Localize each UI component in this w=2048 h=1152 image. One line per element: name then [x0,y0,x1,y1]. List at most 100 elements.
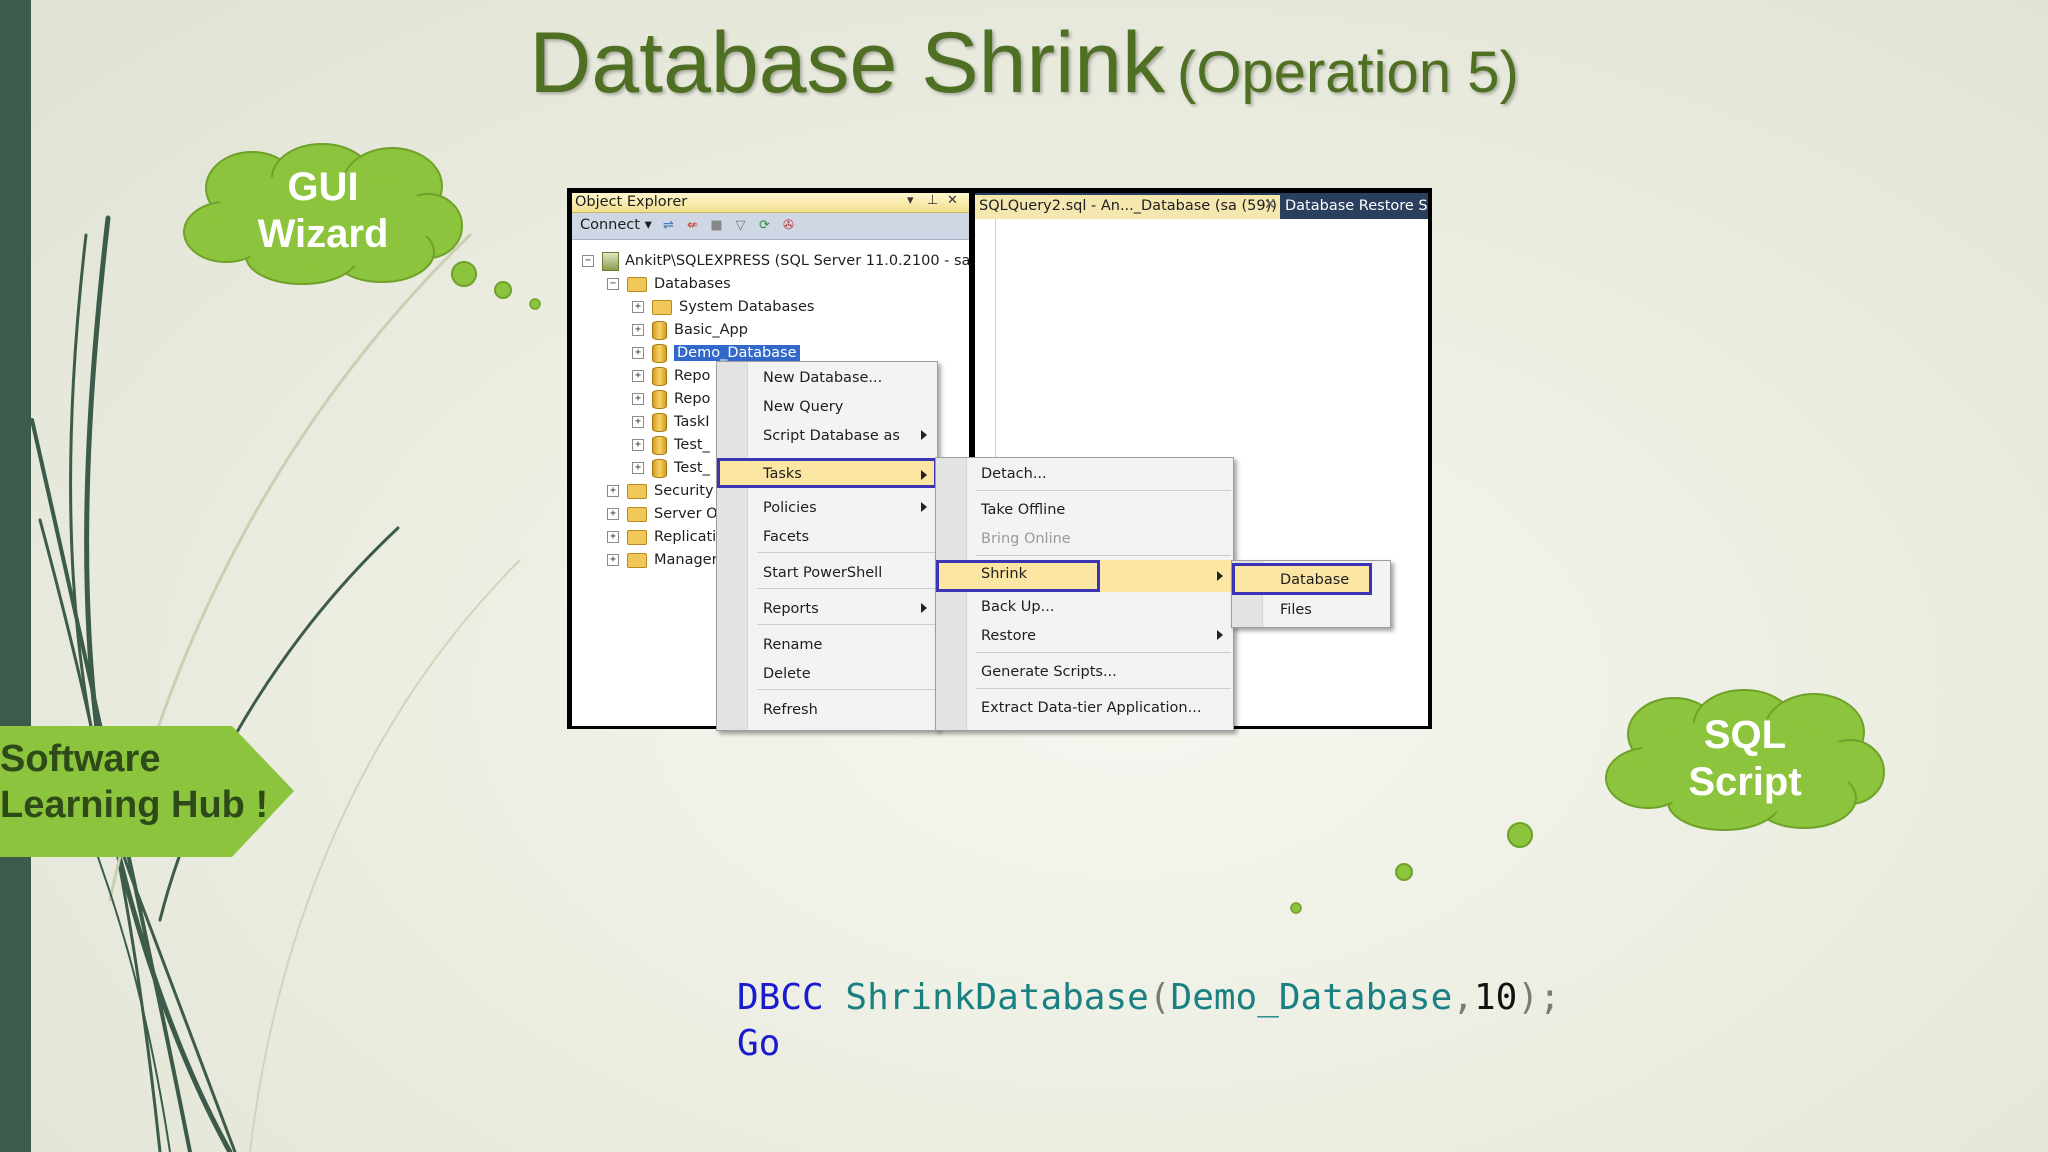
menu-label: Bring Online [981,531,1071,547]
tree-db-test-1[interactable]: + Test_ [632,435,710,455]
tree-db-repo-1[interactable]: + Repo [632,366,710,386]
menu-script-database-as[interactable]: Script Database as [717,425,937,447]
stop-icon[interactable]: ■ [708,217,725,233]
submenu-arrow-icon [921,502,927,512]
database-icon [652,366,667,386]
code-paren: ( [1148,977,1171,1018]
tab-sqlquery2[interactable]: SQLQuery2.sql - An..._Database (sa (59))… [975,195,1280,219]
menu-label: New Query [763,399,844,415]
menu-label: Generate Scripts... [981,664,1117,680]
submenu-arrow-icon [921,430,927,440]
menu-label: Start PowerShell [763,565,883,581]
menu-delete[interactable]: Delete [717,663,937,685]
tree-db-repo-2[interactable]: + Repo [632,389,710,409]
menu-label: Restore [981,628,1037,644]
submenu-arrow-icon [1217,630,1223,640]
menu-reports[interactable]: Reports [717,598,937,620]
tree-security[interactable]: + Security [607,481,714,501]
expand-icon[interactable]: + [632,324,644,336]
tree-label: Security [654,483,714,499]
expand-icon[interactable]: + [607,508,619,520]
tree-db-test-2[interactable]: + Test_ [632,458,710,478]
sql-code: DBCC ShrinkDatabase(Demo_Database,10); G… [737,975,1561,1067]
tree-server[interactable]: − AnkitP\SQLEXPRESS (SQL Server 11.0.2100… [582,251,969,271]
expand-icon[interactable]: + [632,347,644,359]
menu-rename[interactable]: Rename [717,634,937,656]
menu-new-query[interactable]: New Query [717,396,937,418]
expand-icon[interactable]: + [632,301,644,313]
pin-icon[interactable]: ⊥ [927,193,938,208]
menu-restore[interactable]: Restore [936,625,1233,647]
tree-system-databases[interactable]: + System Databases [632,297,814,317]
code-function: ShrinkDatabase [845,977,1149,1018]
disconnect-icon[interactable]: ⇍ [684,217,701,233]
menu-separator [976,688,1231,689]
menu-refresh[interactable]: Refresh [717,699,937,721]
shrink-submenu: Database Files [1231,560,1391,628]
dropdown-icon[interactable]: ▾ [907,193,914,208]
tasks-submenu: Detach... Take Offline Bring Online Shri… [935,457,1234,731]
tree-db-demo-database[interactable]: + Demo_Database [632,343,800,363]
activity-monitor-icon[interactable]: ✇ [780,217,797,233]
tree-label: Server Ol [654,506,722,522]
tab-database-restore[interactable]: Database Restore Sc [1285,198,1428,214]
tree-label: Replicati [654,529,717,545]
tree-management[interactable]: + Manager [607,550,718,570]
expand-icon[interactable]: + [632,393,644,405]
menu-shrink[interactable]: Shrink [936,560,1233,592]
tab-close-icon[interactable]: ✕ [1264,197,1276,213]
menu-label: Facets [763,529,810,545]
expand-icon[interactable]: + [632,462,644,474]
menu-shrink-database[interactable]: Database [1232,563,1372,595]
expand-icon[interactable]: + [632,370,644,382]
menu-detach[interactable]: Detach... [936,463,1233,485]
database-icon [652,435,667,455]
menu-label: Reports [763,601,819,617]
menu-new-database[interactable]: New Database... [717,367,937,389]
expand-icon[interactable]: + [632,439,644,451]
folder-icon [652,299,672,315]
menu-label: Refresh [763,702,818,718]
tree-databases[interactable]: − Databases [607,274,731,294]
object-explorer-title: Object Explorer [575,194,688,210]
menu-label: Back Up... [981,599,1055,615]
menu-policies[interactable]: Policies [717,497,937,519]
tree-db-task[interactable]: + TaskI [632,412,710,432]
menu-take-offline[interactable]: Take Offline [936,499,1233,521]
tree-server-objects[interactable]: + Server Ol [607,504,722,524]
expand-icon[interactable]: + [607,531,619,543]
collapse-icon[interactable]: − [582,255,594,267]
menu-label: Tasks [763,466,802,482]
tree-db-basic-app[interactable]: + Basic_App [632,320,748,340]
database-context-menu: New Database... New Query Script Databas… [716,361,938,731]
connect-object-icon[interactable]: ⇌ [660,217,677,233]
close-icon[interactable]: ✕ [947,193,958,208]
menu-facets[interactable]: Facets [717,526,937,548]
folder-icon [627,529,647,545]
menu-tasks[interactable]: Tasks [717,458,937,488]
database-icon [652,389,667,409]
code-target-percent: 10 [1473,977,1518,1018]
database-icon [652,320,667,340]
expand-icon[interactable]: + [632,416,644,428]
refresh-icon[interactable]: ⟳ [756,217,773,233]
menu-label: Extract Data-tier Application... [981,700,1202,716]
expand-icon[interactable]: + [607,554,619,566]
collapse-icon[interactable]: − [607,278,619,290]
tree-label: System Databases [679,299,815,315]
menu-separator [976,652,1231,653]
menu-start-powershell[interactable]: Start PowerShell [717,562,937,584]
tree-label: Test_ [674,460,710,476]
menu-extract-data-tier[interactable]: Extract Data-tier Application... [936,697,1233,719]
menu-generate-scripts[interactable]: Generate Scripts... [936,661,1233,683]
databases-label: Databases [654,276,731,292]
expand-icon[interactable]: + [607,485,619,497]
tree-replication[interactable]: + Replicati [607,527,716,547]
tab-label: SQLQuery2.sql - An..._Database (sa (59)) [979,198,1277,214]
menu-shrink-files[interactable]: Files [1232,599,1390,621]
folder-icon [627,483,647,499]
connect-button[interactable]: Connect ▾ [580,217,652,233]
menu-separator [757,552,935,553]
filter-icon[interactable]: ▽ [732,217,749,233]
menu-back-up[interactable]: Back Up... [936,596,1233,618]
